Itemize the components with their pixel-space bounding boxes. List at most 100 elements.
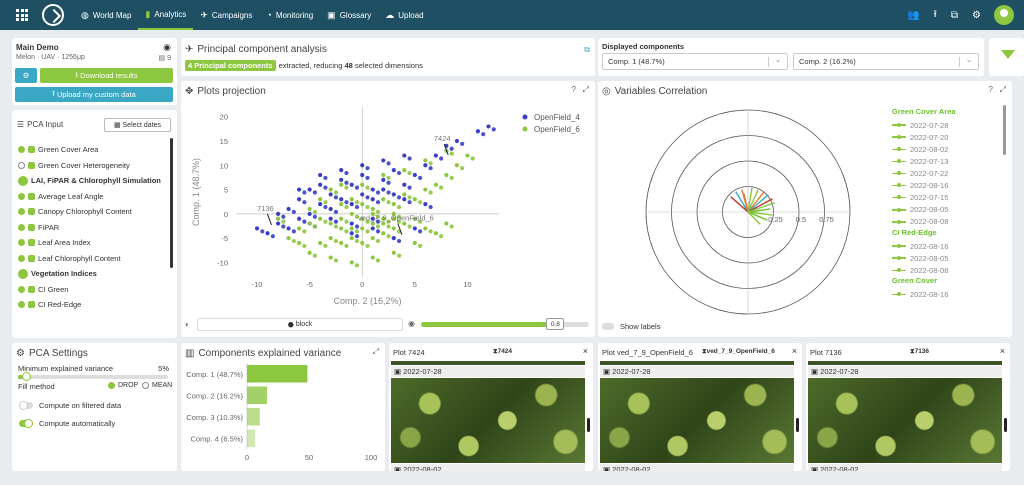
close-icon[interactable]: × bbox=[583, 346, 588, 356]
pca-input-group[interactable]: Vegetation Indices bbox=[18, 266, 170, 282]
legend-scrollbar[interactable] bbox=[1003, 105, 1006, 155]
nav-upload[interactable]: ☁ Upload bbox=[378, 0, 430, 30]
upload-icon[interactable]: ⭱ bbox=[933, 7, 937, 24]
component-b-select[interactable]: Comp. 2 (16.2%) bbox=[793, 53, 979, 70]
show-labels-toggle[interactable]: Show labels bbox=[602, 322, 660, 331]
settings-button[interactable]: ⚙ bbox=[15, 68, 37, 83]
users-icon[interactable]: 👥 bbox=[907, 10, 919, 21]
checked-icon[interactable] bbox=[18, 285, 25, 293]
checked-icon[interactable] bbox=[18, 254, 25, 262]
pca-input-item[interactable]: Average Leaf Angle bbox=[18, 189, 170, 205]
photo-scrollbar[interactable] bbox=[587, 418, 590, 432]
apps-grid-icon[interactable] bbox=[16, 9, 28, 21]
legend-item[interactable]: 2022-08-02 bbox=[892, 143, 996, 155]
legend-item[interactable]: 2022-08-05 bbox=[892, 204, 996, 216]
nav-campaigns[interactable]: ✈ Campaigns bbox=[193, 0, 259, 30]
help-icon[interactable]: ? bbox=[572, 85, 576, 94]
color-by-select[interactable]: ⬣ block bbox=[197, 318, 403, 331]
pca-input-item[interactable]: Green Cover Area bbox=[18, 142, 170, 158]
nav-analytics[interactable]: ▮ Analytics bbox=[138, 0, 194, 30]
min-variance-knob[interactable] bbox=[21, 372, 31, 381]
select-dates-button[interactable]: ▦ Select dates bbox=[104, 118, 171, 132]
correlation-legend: Green Cover Area 2022-07-28 2022-07-20 2022… bbox=[892, 107, 996, 301]
opacity-value[interactable]: 0.8 bbox=[546, 318, 565, 330]
settings-icon[interactable]: ⚙ bbox=[972, 10, 981, 21]
app-logo-icon[interactable] bbox=[42, 4, 64, 26]
legend-item[interactable]: 2022-07-28 bbox=[892, 119, 996, 131]
expand-icon[interactable]: ⤢ bbox=[583, 85, 589, 95]
checked-icon[interactable] bbox=[18, 146, 25, 154]
pca-input-item[interactable]: FiPAR bbox=[18, 220, 170, 236]
layers-icon[interactable]: ⧉ bbox=[951, 10, 958, 21]
legend-item[interactable]: 2022-08-16 bbox=[892, 180, 996, 192]
pca-input-item[interactable]: Leaf Chlorophyll Content bbox=[18, 251, 170, 267]
scatter-point bbox=[318, 216, 323, 221]
legend-item[interactable]: 2022-08-16 bbox=[892, 240, 996, 252]
scatter-point bbox=[381, 197, 386, 202]
filter-icon[interactable] bbox=[1001, 50, 1015, 59]
fill-drop-radio[interactable]: DROP bbox=[108, 382, 138, 389]
photo-scrollbar[interactable] bbox=[796, 418, 799, 432]
nav-world-map[interactable]: ◍ World Map bbox=[74, 0, 138, 30]
external-link-icon[interactable]: ⧉ bbox=[584, 45, 590, 55]
compute-auto-toggle[interactable]: Compute automatically bbox=[19, 419, 115, 428]
pca-input-item[interactable]: Green Cover Heterogeneity bbox=[18, 158, 170, 174]
close-icon[interactable]: × bbox=[792, 346, 797, 356]
bar-chart-icon: ▥ bbox=[185, 348, 195, 359]
legend-item[interactable]: 2022-07-13 bbox=[892, 155, 996, 167]
legend-item[interactable]: 2022-08-08 bbox=[892, 264, 996, 276]
scatter-point bbox=[275, 221, 281, 226]
toggle-off-icon bbox=[602, 323, 614, 330]
pca-input-item[interactable]: CI Red-Edge bbox=[18, 297, 170, 313]
eye-icon[interactable]: ◉ bbox=[408, 319, 415, 328]
palette-icon[interactable]: ◐ bbox=[185, 320, 190, 329]
legend-item[interactable]: 2022-07-22 bbox=[892, 167, 996, 179]
scatter-point bbox=[407, 156, 412, 161]
plot-photo[interactable] bbox=[391, 378, 585, 463]
unchecked-icon[interactable] bbox=[18, 161, 25, 169]
min-variance-slider[interactable] bbox=[18, 372, 168, 381]
pca-input-item[interactable]: Leaf Area Index bbox=[18, 235, 170, 251]
nav-glossary[interactable]: ▣ Glossary bbox=[320, 0, 378, 30]
fill-mean-radio[interactable]: MEAN bbox=[142, 382, 172, 389]
opacity-slider[interactable]: 0.8 bbox=[421, 318, 589, 330]
scatter-point bbox=[439, 234, 444, 239]
expand-icon[interactable]: ⤢ bbox=[1000, 85, 1006, 95]
legend-item[interactable]: 2022-07-15 bbox=[892, 192, 996, 204]
pca-input-item[interactable]: Canopy Chlorophyll Content bbox=[18, 204, 170, 220]
legend-group[interactable]: Green Cover bbox=[892, 276, 996, 288]
component-a-select[interactable]: Comp. 1 (48.7%) bbox=[602, 53, 788, 70]
checked-icon[interactable] bbox=[18, 239, 25, 247]
legend-item[interactable]: 2022-07-20 bbox=[892, 131, 996, 143]
expand-icon[interactable]: ⤢ bbox=[373, 347, 379, 357]
legend-group[interactable]: CI Red-Edge bbox=[892, 228, 996, 240]
nav-monitoring[interactable]: ◔ Monitoring bbox=[259, 0, 320, 30]
checked-icon[interactable] bbox=[18, 192, 25, 200]
help-icon[interactable]: ? bbox=[989, 85, 993, 94]
checked-icon[interactable] bbox=[18, 301, 25, 309]
pca-input-group[interactable]: LAI, FiPAR & Chlorophyll Simulation bbox=[18, 173, 170, 189]
legend-item[interactable]: 2022-08-16 bbox=[892, 288, 996, 300]
scatter-point bbox=[318, 240, 323, 246]
photo-scrollbar[interactable] bbox=[1004, 418, 1007, 432]
upload-custom-data-button[interactable]: ⭱ Upload my custom data bbox=[15, 87, 173, 102]
plot-photo[interactable] bbox=[808, 378, 1002, 463]
target-icon[interactable]: ◉ bbox=[163, 42, 171, 53]
download-results-button[interactable]: ⭳ Download results bbox=[40, 68, 173, 83]
plot-photo[interactable] bbox=[600, 378, 794, 463]
legend-item[interactable]: 2022-08-05 bbox=[892, 252, 996, 264]
filtered-data-toggle[interactable]: Compute on filtered data bbox=[19, 401, 121, 410]
legend-group[interactable]: Green Cover Area bbox=[892, 107, 996, 119]
bar-category-label: Comp. 1 (48.7%) bbox=[186, 370, 243, 379]
list-scrollbar[interactable] bbox=[170, 138, 173, 268]
checked-icon[interactable] bbox=[18, 208, 25, 216]
scatter-point bbox=[339, 226, 344, 231]
scatter-point bbox=[386, 161, 391, 166]
scatter-point bbox=[270, 234, 275, 239]
close-icon[interactable]: × bbox=[1000, 346, 1005, 356]
user-avatar[interactable] bbox=[994, 5, 1014, 25]
legend-item[interactable]: 2022-08-08 bbox=[892, 216, 996, 228]
legend-label: OpenField_4 bbox=[534, 113, 580, 122]
checked-icon[interactable] bbox=[18, 223, 25, 231]
pca-input-item[interactable]: CI Green bbox=[18, 282, 170, 298]
